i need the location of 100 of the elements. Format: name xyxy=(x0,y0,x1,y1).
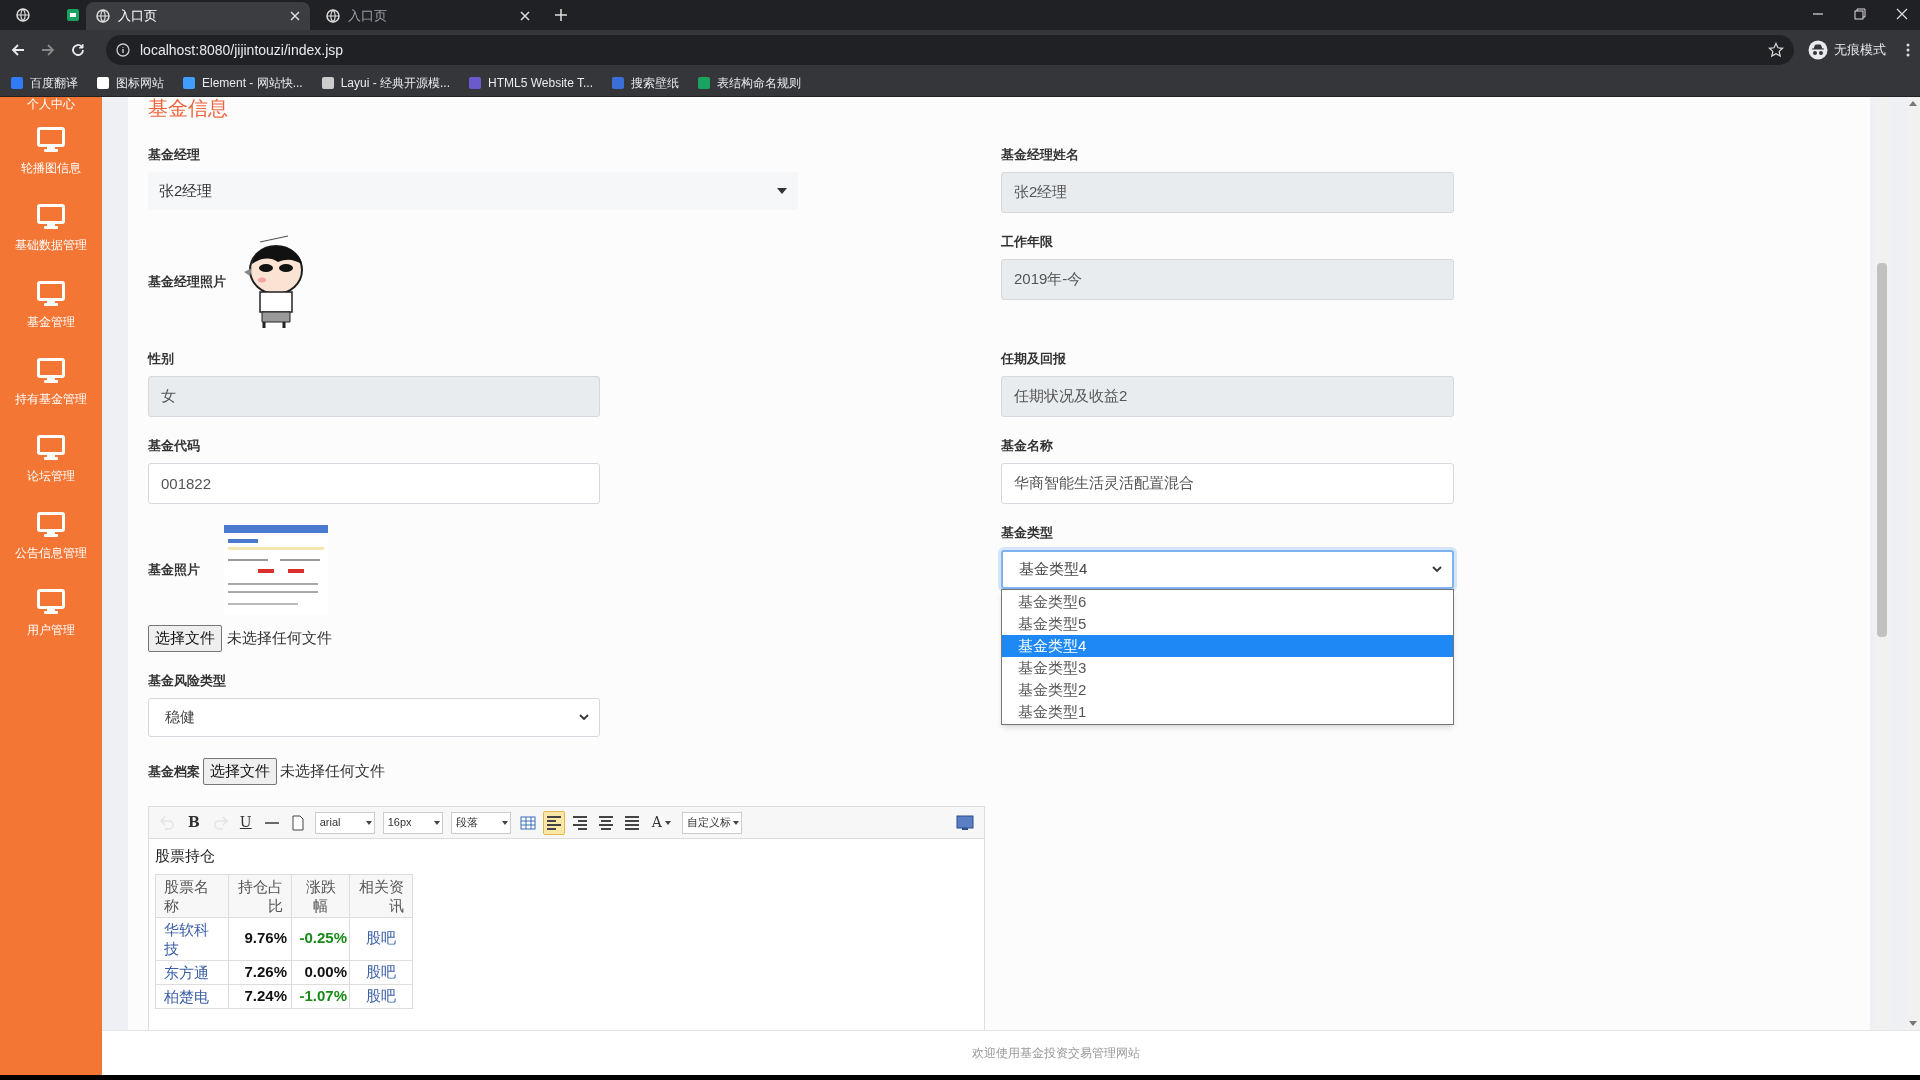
table-header: 持仓占比 xyxy=(228,874,292,917)
dropdown-option[interactable]: 基金类型3 xyxy=(1002,657,1453,679)
globe-icon xyxy=(96,9,110,23)
bookmark-link[interactable]: Layui - 经典开源模... xyxy=(320,74,451,92)
menu-icon[interactable] xyxy=(1906,42,1910,58)
monitor-icon xyxy=(37,511,65,538)
field-label: 基金类型 xyxy=(1001,525,1054,541)
dropdown-option[interactable]: 基金类型5 xyxy=(1002,613,1453,635)
monitor-icon xyxy=(37,126,65,153)
bookmark-link[interactable]: 表结构命名规则 xyxy=(697,74,801,92)
text-field[interactable]: 华商智能生活灵活配置混合 xyxy=(1001,463,1454,504)
file-status: 未选择任何文件 xyxy=(280,761,385,782)
table-header: 股票名称 xyxy=(155,874,229,917)
choose-file-button[interactable]: 选择文件 xyxy=(203,758,277,785)
align-left-icon xyxy=(544,813,563,832)
monitor-icon xyxy=(37,280,65,307)
bookmark-icon xyxy=(96,76,110,90)
toolbar-dropdown[interactable]: 16px xyxy=(382,811,443,834)
bookmark-icon xyxy=(697,76,711,90)
bookmark-icon xyxy=(10,76,24,90)
reload-icon[interactable] xyxy=(70,42,86,58)
forum-link[interactable]: 股吧 xyxy=(366,929,396,947)
field-label: 性别 xyxy=(148,351,175,367)
field-label: 工作年限 xyxy=(1001,234,1054,250)
bookmark-link[interactable]: Element - 网站快... xyxy=(182,74,303,92)
bookmark-icon xyxy=(182,76,196,90)
table-cell: 7.26% xyxy=(228,960,292,984)
caret-icon xyxy=(433,820,440,825)
format-button[interactable]: B xyxy=(183,810,205,835)
close-icon[interactable] xyxy=(290,11,300,21)
globe-icon xyxy=(326,9,340,23)
dropdown-select[interactable]: 基金类型4 xyxy=(1001,550,1454,589)
justify-icon xyxy=(622,813,641,832)
caret-icon xyxy=(777,188,787,194)
dropdown-option[interactable]: 基金类型4 xyxy=(1002,635,1453,657)
toolbar-button[interactable] xyxy=(542,810,565,835)
field-label: 任期及回报 xyxy=(1001,351,1067,367)
field-label: 基金名称 xyxy=(1001,438,1054,454)
table-icon xyxy=(518,813,537,832)
field-label: 基金经理 xyxy=(148,147,201,163)
close-icon[interactable] xyxy=(1896,8,1908,20)
text-field[interactable]: 001822 xyxy=(148,463,600,504)
table-header: 相关资讯 xyxy=(349,874,413,917)
dropdown-option[interactable]: 基金类型6 xyxy=(1002,591,1453,613)
choose-file-button[interactable]: 选择文件 xyxy=(148,625,222,652)
close-icon[interactable] xyxy=(520,11,530,21)
content-title: 股票持仓 xyxy=(155,846,216,866)
new-tab-icon[interactable] xyxy=(554,8,568,22)
bookmark-link[interactable]: 图标网站 xyxy=(96,74,164,92)
restore-icon[interactable] xyxy=(1854,8,1866,20)
bookmark-link[interactable]: 百度翻译 xyxy=(10,74,78,92)
table-cell: -1.07% xyxy=(291,984,350,1008)
horizontal-rule-icon xyxy=(264,821,279,824)
table-cell: 7.24% xyxy=(228,984,292,1008)
incognito-icon[interactable] xyxy=(1808,40,1828,60)
monitor-icon xyxy=(37,203,65,230)
bookmark-icon xyxy=(320,76,335,90)
browser-tab[interactable]: 入口页 xyxy=(86,2,310,30)
scroll-down-icon[interactable] xyxy=(1909,1021,1917,1026)
field-label: 基金经理姓名 xyxy=(1001,147,1080,163)
app-icon[interactable] xyxy=(66,8,80,22)
profile-label[interactable]: 无痕模式 xyxy=(1834,40,1886,60)
dropdown-option[interactable]: 基金类型1 xyxy=(1002,701,1453,723)
bookmark-icon xyxy=(611,76,625,90)
back-icon[interactable] xyxy=(10,42,26,58)
table-header: 涨跌幅 xyxy=(291,874,350,917)
info-icon[interactable] xyxy=(116,43,130,57)
scroll-up-icon[interactable] xyxy=(1909,101,1917,106)
align-center-icon xyxy=(596,813,615,832)
caret-icon xyxy=(732,820,739,825)
browser-icon xyxy=(16,8,30,22)
fullscreen-icon xyxy=(956,813,974,832)
bookmark-link[interactable]: HTML5 Website T... xyxy=(468,74,593,92)
footer-text: 欢迎使用基金投资交易管理网站 xyxy=(972,1045,1140,1062)
format-button[interactable]: A xyxy=(646,810,676,835)
forward-icon[interactable] xyxy=(40,42,56,58)
scrollbar-thumb[interactable] xyxy=(1877,263,1887,637)
section-heading: 基金信息 xyxy=(148,97,229,119)
toolbar-dropdown[interactable]: 自定义标 xyxy=(681,811,742,834)
dropdown-option[interactable]: 基金类型2 xyxy=(1002,679,1453,701)
star-icon[interactable] xyxy=(1768,42,1784,58)
chevron-down-icon xyxy=(1432,566,1442,573)
monitor-icon xyxy=(37,588,65,615)
file-status: 未选择任何文件 xyxy=(227,628,332,649)
field-label: 基金经理照片 xyxy=(148,274,226,290)
monitor-icon xyxy=(37,357,65,384)
table-cell: 0.00% xyxy=(291,960,350,984)
chevron-down-icon xyxy=(579,714,589,721)
table-cell: 9.76% xyxy=(228,917,292,960)
bookmark-link[interactable]: 搜索壁纸 xyxy=(611,74,679,92)
field-label: 基金风险类型 xyxy=(148,673,227,689)
field-label: 基金代码 xyxy=(148,438,201,454)
manager-select[interactable]: 张2经理 xyxy=(148,172,798,210)
dropdown-select[interactable]: 稳健 xyxy=(148,698,600,737)
format-button[interactable]: U xyxy=(234,810,257,835)
toolbar-dropdown[interactable]: 段落 xyxy=(450,811,511,834)
toolbar-dropdown[interactable]: arial xyxy=(314,811,375,834)
bookmark-icon xyxy=(468,76,483,90)
field-label: 基金照片 xyxy=(148,562,200,578)
caret-icon xyxy=(664,820,671,825)
